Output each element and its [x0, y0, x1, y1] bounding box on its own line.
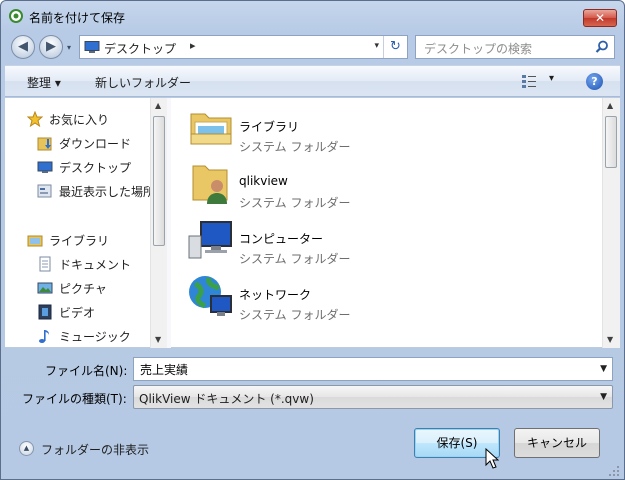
library-icon — [190, 113, 232, 145]
recent-locations-dropdown[interactable]: ▾ — [67, 43, 71, 52]
browser-panes: お気に入り ダウンロード デスクトップ 最近表示した場所 ライブラリ ドキュメン… — [5, 98, 620, 348]
chevron-up-icon[interactable]: ▲ — [19, 441, 34, 456]
navigation-scrollbar[interactable]: ▲ ▼ — [150, 98, 167, 348]
file-type: システム フォルダー — [239, 252, 351, 266]
help-button[interactable]: ? — [586, 73, 603, 90]
resize-grip-icon[interactable] — [606, 463, 620, 477]
downloads-folder-icon — [37, 137, 52, 151]
nav-item-label: ドキュメント — [59, 258, 132, 272]
title-bar: 名前を付けて保存 ✕ — [1, 1, 624, 31]
nav-libraries[interactable]: ライブラリ — [5, 230, 150, 250]
file-name: コンピューター — [239, 232, 324, 246]
nav-item-documents[interactable]: ドキュメント — [5, 254, 150, 274]
address-location[interactable]: デスクトップ — [104, 40, 176, 57]
nav-item-label: デスクトップ — [59, 161, 132, 175]
file-name: qlikview — [239, 174, 288, 188]
filetype-value: QlikView ドキュメント (*.qvw) — [139, 392, 314, 406]
network-icon — [189, 276, 232, 316]
nav-item-downloads[interactable]: ダウンロード — [5, 133, 150, 153]
save-as-dialog: 名前を付けて保存 ✕ ◀ ▶ ▾ デスクトップ ▸ ▾ ↻ デスクトップの検索 … — [0, 0, 625, 480]
view-list-icon — [522, 75, 536, 88]
chevron-down-icon[interactable]: ▼ — [600, 364, 607, 374]
nav-item-videos[interactable]: ビデオ — [5, 302, 150, 322]
back-button[interactable]: ◀ — [11, 35, 35, 59]
list-item-libraries[interactable]: ライブラリ システム フォルダー — [187, 104, 487, 156]
nav-item-desktop[interactable]: デスクトップ — [5, 157, 150, 177]
documents-icon — [39, 256, 51, 272]
file-list[interactable]: ライブラリ システム フォルダー qlikview システム フォルダー コンピ… — [171, 98, 601, 348]
view-dropdown-icon[interactable]: ▾ — [549, 73, 554, 84]
refresh-button[interactable]: ↻ — [383, 36, 407, 58]
filetype-select[interactable]: QlikView ドキュメント (*.qvw) ▼ — [133, 385, 613, 409]
file-list-scrollbar[interactable]: ▲ ▼ — [602, 98, 620, 348]
nav-item-label: ダウンロード — [59, 137, 132, 151]
file-name: ネットワーク — [239, 288, 312, 302]
nav-item-pictures[interactable]: ピクチャ — [5, 278, 150, 298]
user-folder-icon — [192, 165, 228, 204]
search-input[interactable]: デスクトップの検索 — [424, 40, 532, 57]
navigation-pane[interactable]: お気に入り ダウンロード デスクトップ 最近表示した場所 ライブラリ ドキュメン… — [5, 98, 150, 348]
file-type: システム フォルダー — [239, 196, 351, 210]
computer-icon — [84, 41, 100, 53]
computer-icon — [188, 221, 232, 259]
forward-button[interactable]: ▶ — [39, 35, 63, 59]
filetype-label: ファイルの種類(T): — [22, 392, 127, 406]
music-icon — [39, 330, 49, 343]
filename-label: ファイル名(N): — [45, 364, 128, 378]
nav-item-label: 最近表示した場所 — [59, 185, 150, 199]
pictures-icon — [37, 282, 53, 294]
address-bar[interactable]: デスクトップ ▸ ▾ ↻ — [79, 35, 408, 59]
scrollbar-thumb[interactable] — [605, 116, 617, 168]
search-icon[interactable] — [595, 40, 609, 54]
command-toolbar: 整理 ▾ 新しいフォルダー ▾ ? — [5, 65, 620, 97]
file-type: システム フォルダー — [239, 140, 351, 154]
nav-item-music[interactable]: ミュージック — [5, 326, 150, 346]
breadcrumb-arrow-icon[interactable]: ▸ — [190, 39, 196, 52]
mouse-cursor-icon — [485, 448, 499, 469]
star-icon — [27, 111, 43, 127]
nav-item-label: ビデオ — [59, 306, 96, 320]
file-type: システム フォルダー — [239, 308, 351, 322]
nav-favorites[interactable]: お気に入り — [5, 109, 150, 129]
qlikview-app-icon — [9, 9, 23, 23]
desktop-icon — [37, 161, 53, 173]
nav-item-label: ピクチャ — [59, 282, 107, 296]
nav-item-recent-places[interactable]: 最近表示した場所 — [5, 181, 150, 201]
scroll-down-icon[interactable]: ▼ — [155, 335, 161, 344]
nav-item-label: ミュージック — [59, 330, 131, 344]
cancel-button[interactable]: キャンセル — [514, 428, 600, 458]
file-name: ライブラリ — [239, 120, 300, 134]
list-item-qlikview[interactable]: qlikview システム フォルダー — [187, 160, 487, 212]
hide-folders-label: フォルダーの非表示 — [41, 443, 150, 457]
list-item-network[interactable]: ネットワーク システム フォルダー — [187, 272, 487, 324]
address-dropdown-icon[interactable]: ▾ — [374, 41, 379, 51]
filename-combobox[interactable]: ▼ — [133, 357, 613, 381]
scrollbar-thumb[interactable] — [153, 116, 165, 246]
nav-favorites-label: お気に入り — [49, 113, 110, 127]
filename-input[interactable] — [138, 359, 578, 379]
search-box[interactable]: デスクトップの検索 — [415, 35, 615, 59]
new-folder-button[interactable]: 新しいフォルダー — [95, 74, 191, 91]
organize-menu[interactable]: 整理 ▾ — [27, 74, 61, 91]
scroll-up-icon[interactable]: ▲ — [607, 101, 613, 110]
nav-libraries-label: ライブラリ — [49, 234, 110, 248]
scroll-down-icon[interactable]: ▼ — [607, 335, 613, 344]
recent-places-icon — [37, 184, 52, 198]
close-button[interactable]: ✕ — [583, 9, 617, 27]
window-title: 名前を付けて保存 — [29, 11, 126, 25]
scroll-up-icon[interactable]: ▲ — [155, 101, 161, 110]
library-icon — [27, 235, 43, 247]
list-item-computer[interactable]: コンピューター システム フォルダー — [187, 216, 487, 268]
view-options-button[interactable]: ▾ — [521, 73, 557, 90]
chevron-down-icon[interactable]: ▼ — [600, 392, 607, 402]
videos-icon — [38, 304, 52, 320]
